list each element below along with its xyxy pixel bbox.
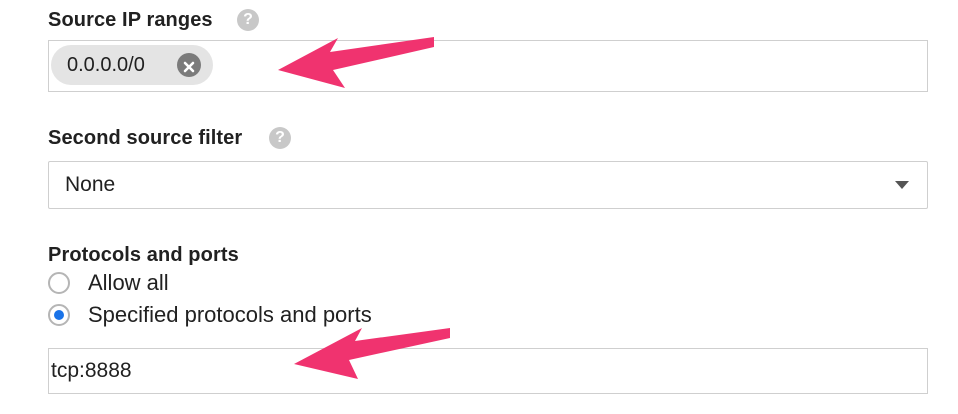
protocols-ports-input[interactable]: tcp:8888 <box>48 348 928 394</box>
radio-button-selected[interactable] <box>48 304 70 326</box>
ip-chip: 0.0.0.0/0 <box>51 45 213 85</box>
radio-button[interactable] <box>48 272 70 294</box>
source-ip-label: Source IP ranges <box>48 9 213 31</box>
radio-label-specified: Specified protocols and ports <box>88 302 372 327</box>
protocols-ports-value: tcp:8888 <box>51 359 132 382</box>
help-icon[interactable]: ? <box>269 127 291 149</box>
protocols-ports-label: Protocols and ports <box>48 244 239 266</box>
radio-label-allow-all: Allow all <box>88 270 169 295</box>
radio-specified[interactable]: Specified protocols and ports <box>48 301 372 329</box>
source-ip-input[interactable]: 0.0.0.0/0 <box>48 40 928 92</box>
close-icon[interactable] <box>177 53 201 77</box>
radio-allow-all[interactable]: Allow all <box>48 269 169 297</box>
select-value: None <box>65 173 116 196</box>
dropdown-caret-icon <box>895 181 909 189</box>
second-source-filter-select[interactable]: None <box>48 161 928 209</box>
ip-chip-value: 0.0.0.0/0 <box>67 54 145 76</box>
second-source-filter-label: Second source filter <box>48 127 243 149</box>
help-icon[interactable]: ? <box>237 9 259 31</box>
